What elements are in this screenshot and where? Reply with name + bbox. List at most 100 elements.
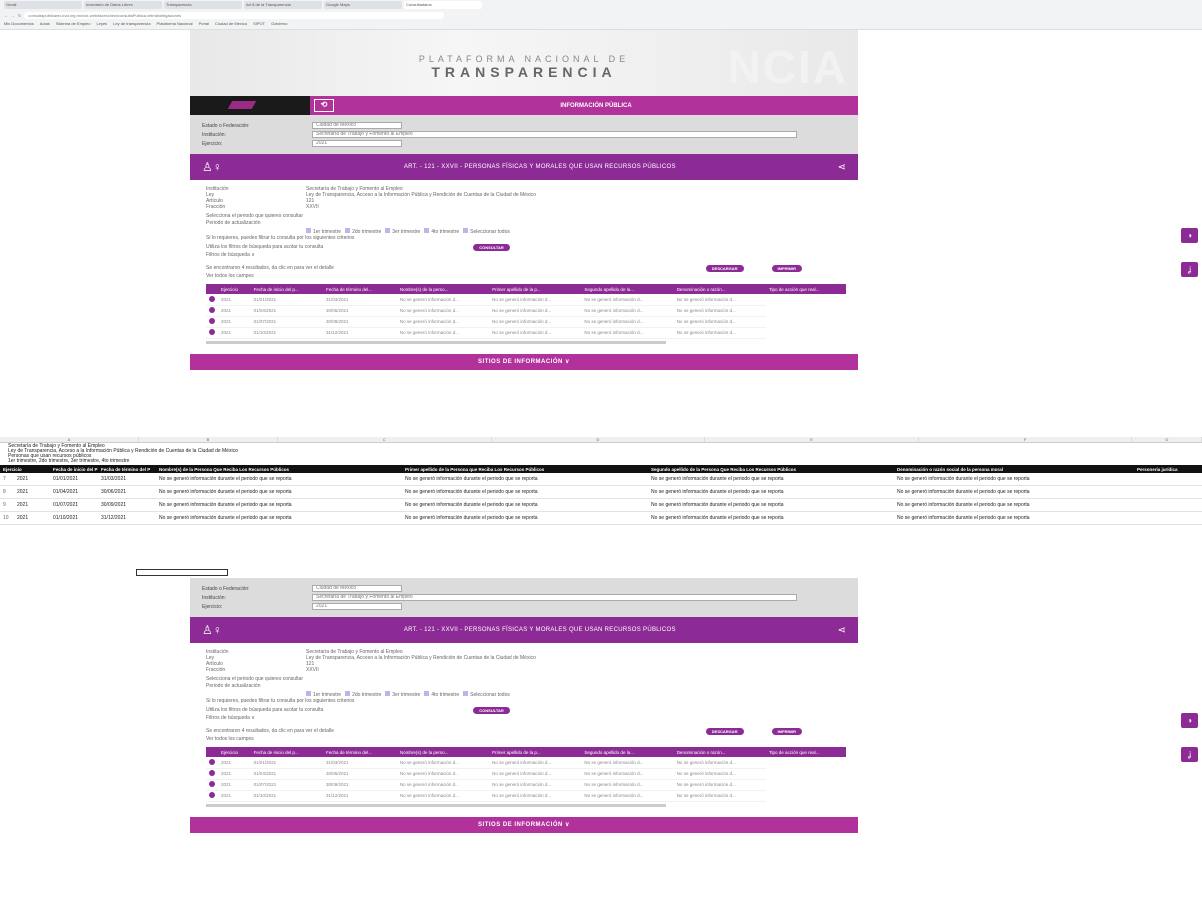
descargar-button[interactable]: DESCARGAR	[705, 264, 744, 272]
checkbox-q4[interactable]: 4to trimestre	[424, 690, 459, 698]
ejercicio-select[interactable]: 2021	[312, 603, 402, 610]
detail-cell[interactable]	[206, 768, 218, 780]
sheet-cell[interactable]: No se generó información durante el peri…	[648, 515, 894, 521]
sheet-cell[interactable]: 2021	[14, 502, 50, 508]
share-icon[interactable]: ⋖	[838, 625, 846, 636]
checkbox-q1[interactable]: 1er trimestre	[306, 690, 341, 698]
bookmark-item[interactable]: Mis Documentos	[4, 21, 34, 28]
sheet-cell[interactable]: No se generó información durante el peri…	[156, 489, 402, 495]
column-letter[interactable]: D	[492, 437, 706, 442]
logo[interactable]	[190, 96, 310, 115]
sitios-footer[interactable]: SITIOS DE INFORMACIÓN ∨	[190, 353, 858, 370]
checkbox-all[interactable]: Seleccionar todos	[463, 227, 510, 235]
sign-language-icon[interactable]: ʝ	[1181, 262, 1198, 277]
sheet-cell[interactable]: 31/03/2021	[98, 476, 156, 482]
info-icon[interactable]	[209, 758, 215, 765]
ejercicio-select[interactable]: 2021	[312, 140, 402, 147]
forward-icon[interactable]: →	[11, 13, 15, 18]
browser-tab[interactable]: Art 8 de la Transparencia	[244, 1, 322, 9]
checkbox-q1[interactable]: 1er trimestre	[306, 227, 341, 235]
sheet-cell[interactable]: No se generó información durante el peri…	[402, 489, 648, 495]
checkbox-q3[interactable]: 3er trimestre	[385, 690, 420, 698]
browser-tab[interactable]: Consultadatos	[404, 1, 482, 9]
checkbox-q2[interactable]: 2do trimestre	[345, 227, 381, 235]
filtros-link[interactable]: Filtros de búsqueda ∨	[206, 715, 842, 722]
bookmark-item[interactable]: SIPOT	[253, 21, 265, 28]
sheet-cell[interactable]: No se generó información durante el peri…	[156, 515, 402, 521]
ver-todos-link[interactable]: Ver todos los campos	[206, 273, 842, 280]
checkbox-all[interactable]: Seleccionar todos	[463, 690, 510, 698]
sheet-cell[interactable]: 01/07/2021	[50, 502, 98, 508]
info-icon[interactable]	[209, 295, 215, 302]
sheet-cell[interactable]: No se generó información durante el peri…	[156, 502, 402, 508]
sheet-cell[interactable]: No se generó información durante el peri…	[156, 476, 402, 482]
bookmark-item[interactable]: Ley de transparencia	[113, 21, 150, 28]
consultar-button[interactable]: CONSULTAR	[473, 706, 510, 714]
sheet-cell[interactable]: 30/06/2021	[98, 489, 156, 495]
browser-tab[interactable]: Google Maps	[324, 1, 402, 9]
sheet-cell[interactable]: No se generó información durante el peri…	[894, 476, 1134, 482]
column-letter[interactable]: E	[705, 437, 919, 442]
info-icon[interactable]	[209, 307, 215, 313]
table-scrollbar[interactable]	[206, 803, 666, 807]
sheet-cell[interactable]: 01/04/2021	[50, 489, 98, 495]
column-letter[interactable]: C	[278, 437, 492, 442]
consultar-button[interactable]: CONSULTAR	[473, 243, 510, 251]
sheet-cell[interactable]: 2021	[14, 476, 50, 482]
detail-cell[interactable]	[206, 305, 218, 317]
accessibility-icon[interactable]: ◑	[1181, 228, 1198, 243]
ver-todos-link[interactable]: Ver todos los campos	[206, 736, 842, 743]
sheet-cell[interactable]: No se generó información durante el peri…	[402, 476, 648, 482]
share-icon[interactable]: ⋖	[838, 162, 846, 173]
info-icon[interactable]	[209, 329, 215, 335]
checkbox-q2[interactable]: 2do trimestre	[345, 690, 381, 698]
checkbox-q3[interactable]: 3er trimestre	[385, 227, 420, 235]
sheet-cell[interactable]: 31/12/2021	[98, 515, 156, 521]
filtros-link[interactable]: Filtros de búsqueda ∨	[206, 252, 842, 259]
sheet-cell[interactable]: No se generó información durante el peri…	[402, 515, 648, 521]
imprimir-button[interactable]: IMPRIMIR	[771, 727, 802, 735]
accessibility-icon[interactable]: ◑	[1181, 713, 1198, 728]
estado-select[interactable]: Ciudad de México	[312, 122, 402, 129]
sheet-cell[interactable]: No se generó información durante el peri…	[648, 502, 894, 508]
column-letter[interactable]: B	[139, 437, 278, 442]
sheet-cell[interactable]: No se generó información durante el peri…	[402, 502, 648, 508]
bookmark-item[interactable]: Actas	[40, 21, 50, 28]
info-icon[interactable]	[209, 770, 215, 776]
bookmark-item[interactable]: Plataforma Nacional	[157, 21, 193, 28]
column-letter[interactable]: G	[1132, 437, 1202, 442]
sheet-cell[interactable]: No se generó información durante el peri…	[648, 476, 894, 482]
estado-select[interactable]: Ciudad de México	[312, 585, 402, 592]
imprimir-button[interactable]: IMPRIMIR	[771, 264, 802, 272]
sitios-footer[interactable]: SITIOS DE INFORMACIÓN ∨	[190, 816, 858, 833]
browser-tab[interactable]: Gmail	[4, 1, 82, 9]
sheet-cell[interactable]: 01/01/2021	[50, 476, 98, 482]
sheet-cell[interactable]: No se generó información durante el peri…	[894, 515, 1134, 521]
browser-tab[interactable]: Inventario de Datos Libres	[84, 1, 162, 9]
sheet-cell[interactable]: 2021	[14, 489, 50, 495]
checkbox-q4[interactable]: 4to trimestre	[424, 227, 459, 235]
bookmark-item[interactable]: Gobierno	[271, 21, 287, 28]
detail-cell[interactable]	[206, 790, 218, 802]
cell-selection[interactable]	[136, 569, 228, 576]
bookmark-item[interactable]: Sistema de Empleo	[56, 21, 91, 28]
sheet-cell[interactable]: 01/10/2021	[50, 515, 98, 521]
sheet-cell[interactable]: No se generó información durante el peri…	[894, 489, 1134, 495]
table-scrollbar[interactable]	[206, 340, 666, 344]
info-icon[interactable]	[209, 792, 215, 798]
sheet-cell[interactable]: No se generó información durante el peri…	[894, 502, 1134, 508]
info-icon[interactable]	[209, 781, 215, 787]
address-bar[interactable]: consultapublicamx.inai.org.mx/vut-web/fa…	[24, 11, 445, 19]
detail-cell[interactable]	[206, 327, 218, 339]
detail-cell[interactable]	[206, 757, 218, 769]
reload-icon[interactable]: ↻	[18, 13, 21, 18]
institucion-select[interactable]: Secretaría de Trabajo y Fomento al Emple…	[312, 594, 797, 601]
browser-tab[interactable]: Transparencia	[164, 1, 242, 9]
info-icon[interactable]	[209, 318, 215, 324]
sheet-cell[interactable]: 2021	[14, 515, 50, 521]
bookmark-item[interactable]: Portal	[199, 21, 209, 28]
detail-cell[interactable]	[206, 294, 218, 306]
sheet-cell[interactable]: No se generó información durante el peri…	[648, 489, 894, 495]
sign-language-icon[interactable]: ʝ	[1181, 747, 1198, 762]
back-icon[interactable]: ←	[4, 13, 8, 18]
